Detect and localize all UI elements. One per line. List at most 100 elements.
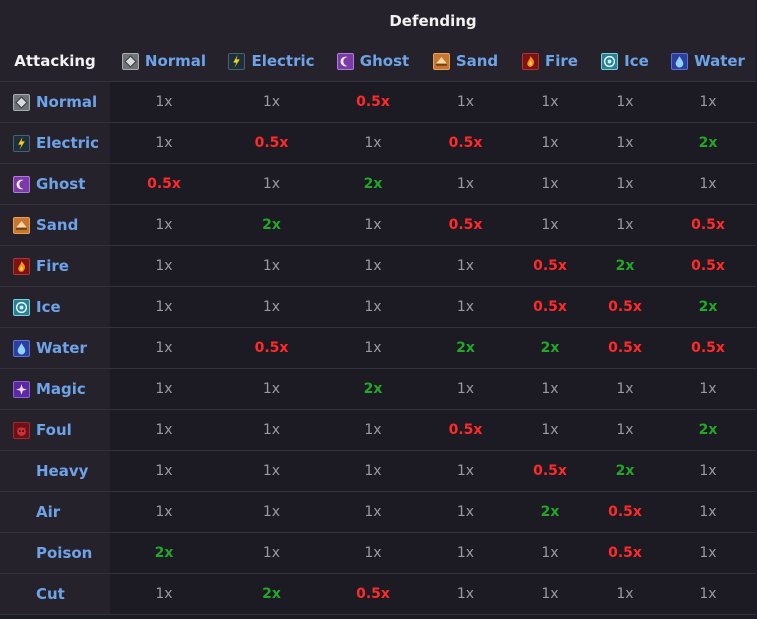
attacking-header: Attacking [0,41,110,82]
effectiveness-cell: 0.5x [325,82,421,123]
effectiveness-cell: 1x [421,451,510,492]
column-header-label: Water [694,52,745,70]
effectiveness-cell: 1x [218,82,325,123]
effectiveness-cell: 1x [218,287,325,328]
effectiveness-cell: 1x [110,246,218,287]
effectiveness-cell: 2x [325,369,421,410]
effectiveness-cell: 1x [421,369,510,410]
effectiveness-cell: 1x [660,82,756,123]
effectiveness-cell: 1x [218,164,325,205]
row-header-label: Air [36,503,61,521]
column-header-ice: Ice [590,41,660,82]
row-header-label: Ice [36,298,61,316]
effectiveness-cell: 0.5x [421,205,510,246]
sand-type-icon [13,216,30,234]
effectiveness-cell: 2x [660,410,756,451]
normal-type-icon [13,93,30,111]
effectiveness-cell: 1x [325,123,421,164]
effectiveness-cell: 1x [510,164,590,205]
effectiveness-cell: 1x [660,369,756,410]
column-header-ghost: Ghost [325,41,421,82]
effectiveness-cell: 0.5x [590,492,660,533]
table-corner [0,0,110,41]
effectiveness-cell: 1x [510,533,590,574]
effectiveness-cell: 1x [510,205,590,246]
row-header-label: Ghost [36,175,86,193]
row-header-fire: Fire [0,246,110,287]
effectiveness-cell: 0.5x [590,533,660,574]
ice-type-icon [601,52,619,70]
row-header-normal: Normal [0,82,110,123]
electric-type-icon [13,134,30,152]
effectiveness-cell: 0.5x [590,287,660,328]
effectiveness-cell: 1x [421,246,510,287]
effectiveness-cell: 0.5x [660,328,756,369]
effectiveness-cell: 0.5x [510,287,590,328]
effectiveness-cell: 1x [325,205,421,246]
ghost-type-icon [336,52,354,70]
attacking-label: Attacking [14,52,96,70]
fire-type-icon [522,52,540,70]
row-header-label: Sand [36,216,79,234]
effectiveness-cell: 1x [421,82,510,123]
row-header-label: Fire [36,257,69,275]
column-header-water: Water [660,41,756,82]
effectiveness-cell: 2x [110,533,218,574]
column-header-label: Ghost [359,52,410,70]
effectiveness-cell: 0.5x [590,328,660,369]
column-header-label: Normal [144,52,207,70]
column-header-sand: Sand [421,41,510,82]
effectiveness-cell: 1x [510,369,590,410]
electric-type-icon [228,52,246,70]
row-header-poison: Poison [0,533,110,574]
effectiveness-cell: 1x [590,164,660,205]
row-header-air: Air [0,492,110,533]
effectiveness-cell: 1x [110,369,218,410]
effectiveness-cell: 1x [325,533,421,574]
effectiveness-cell: 1x [218,533,325,574]
column-header-label: Fire [545,52,578,70]
effectiveness-cell: 0.5x [218,123,325,164]
effectiveness-cell: 2x [510,328,590,369]
row-header-water: Water [0,328,110,369]
ice-type-icon [13,298,30,316]
effectiveness-cell: 1x [110,328,218,369]
effectiveness-cell: 1x [110,451,218,492]
effectiveness-cell: 2x [218,205,325,246]
effectiveness-cell: 0.5x [110,164,218,205]
effectiveness-cell: 1x [110,82,218,123]
normal-type-icon [121,52,139,70]
effectiveness-cell: 1x [590,123,660,164]
sand-type-icon [432,52,450,70]
effectiveness-cell: 2x [660,287,756,328]
row-header-ice: Ice [0,287,110,328]
column-header-normal: Normal [110,41,218,82]
effectiveness-cell: 1x [510,123,590,164]
effectiveness-cell: 0.5x [660,205,756,246]
effectiveness-cell: 0.5x [510,451,590,492]
effectiveness-cell: 0.5x [421,410,510,451]
row-header-magic: Magic [0,369,110,410]
row-header-sand: Sand [0,205,110,246]
row-header-heavy: Heavy [0,451,110,492]
row-header-label: Electric [36,134,100,152]
column-header-fire: Fire [510,41,590,82]
effectiveness-cell: 1x [421,287,510,328]
effectiveness-cell: 0.5x [510,246,590,287]
effectiveness-cell: 1x [110,205,218,246]
effectiveness-cell: 1x [660,451,756,492]
effectiveness-cell: 1x [660,492,756,533]
row-header-label: Normal [36,93,98,111]
effectiveness-cell: 1x [510,82,590,123]
ghost-type-icon [13,175,30,193]
effectiveness-cell: 1x [660,574,756,615]
effectiveness-cell: 1x [421,574,510,615]
effectiveness-cell: 1x [110,492,218,533]
effectiveness-cell: 1x [421,533,510,574]
effectiveness-cell: 2x [590,451,660,492]
effectiveness-cell: 1x [110,287,218,328]
row-header-foul: Foul [0,410,110,451]
effectiveness-cell: 2x [325,164,421,205]
water-type-icon [13,339,30,357]
row-header-label: Poison [36,544,93,562]
